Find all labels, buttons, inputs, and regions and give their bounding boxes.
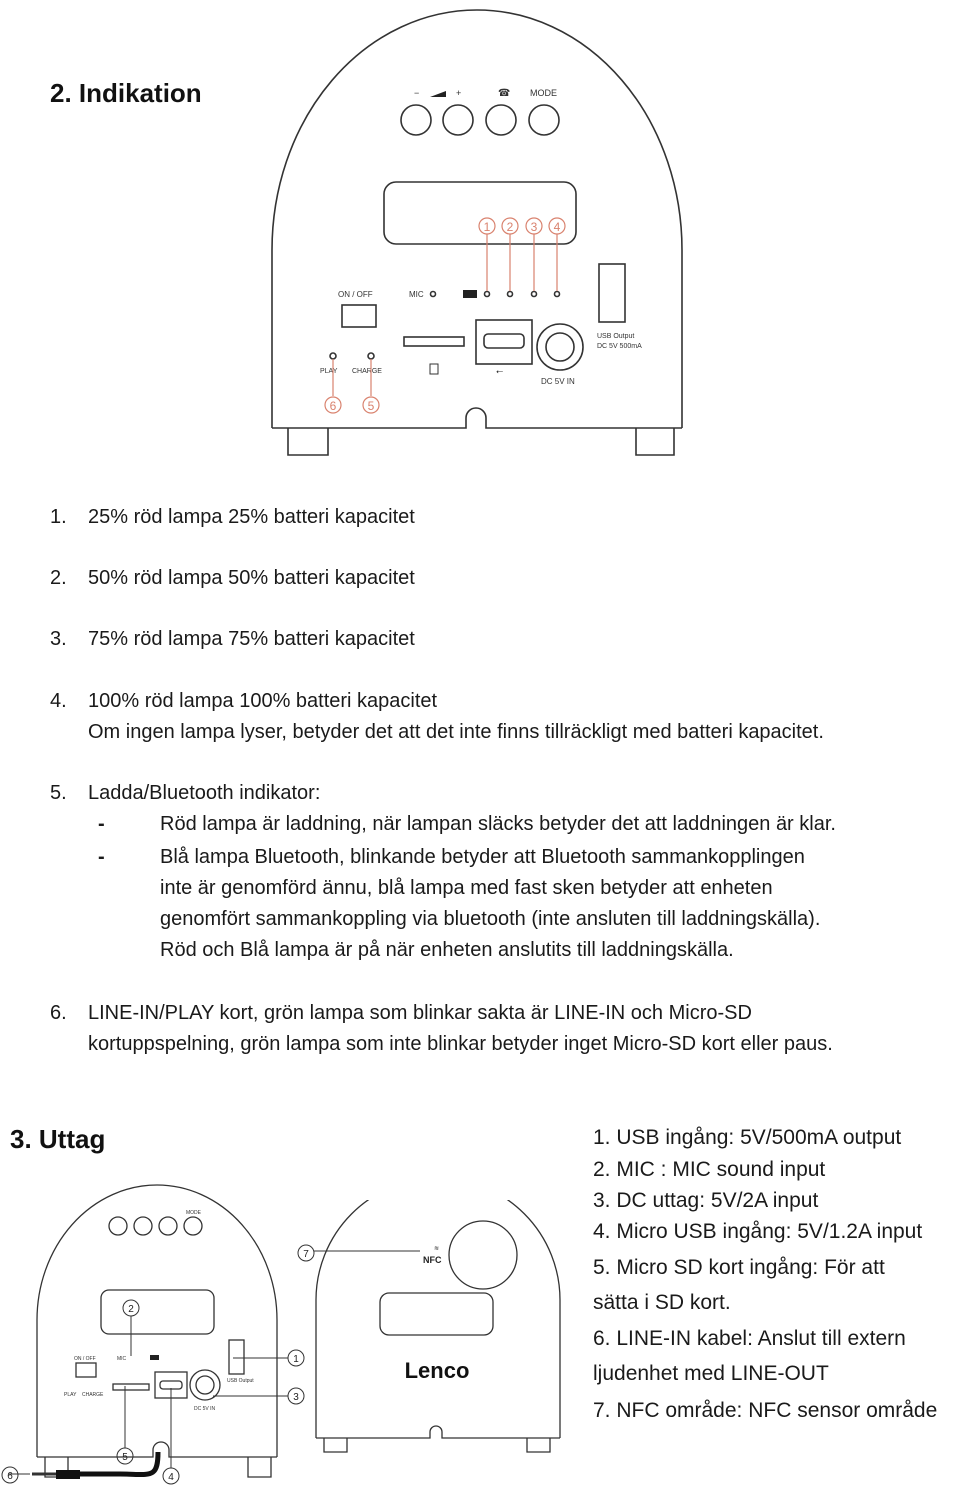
on-off-label: ON / OFF xyxy=(74,1356,96,1362)
led-4 xyxy=(553,290,561,298)
list-item: 5. Ladda/Bluetooth indikator: xyxy=(50,782,321,804)
spec-item: 5. Micro SD kort ingång: För att xyxy=(593,1256,885,1279)
display-window xyxy=(383,181,577,245)
charge-label: CHARGE xyxy=(352,368,382,375)
callout-2-label: 2 xyxy=(507,220,514,234)
led-1 xyxy=(483,290,491,298)
phone-button xyxy=(485,104,517,136)
led-2 xyxy=(506,290,514,298)
phone-icon: ☎ xyxy=(498,88,510,99)
callout-4-label: 4 xyxy=(554,220,561,234)
section-title-uttag: 3. Uttag xyxy=(10,1124,106,1154)
device-back-diagram: − + ☎ MODE ON / OFF MIC PLAY CHARGE USB … xyxy=(271,9,683,456)
led-3 xyxy=(530,290,538,298)
usb-output-label: USB Output xyxy=(597,333,634,340)
callout-1-label: 1 xyxy=(484,220,491,234)
bullet-item: - Röd lampa är laddning, när lampan släck… xyxy=(98,813,836,835)
mode-label: MODE xyxy=(186,1210,202,1216)
callout-7-label: 7 xyxy=(303,1249,309,1260)
device-foot-left xyxy=(287,428,329,456)
volume-up-button xyxy=(442,104,474,136)
spec-item: 6. LINE-IN kabel: Anslut till extern xyxy=(593,1327,906,1350)
callout-5-label: 5 xyxy=(368,399,375,413)
nfc-wave-icon: ≋ xyxy=(434,1246,439,1252)
led-play xyxy=(329,352,337,360)
nfc-label: NFC xyxy=(423,1255,442,1265)
bullet-item: - Blå lampa Bluetooth, blinkande betyder … xyxy=(98,846,821,961)
usb-output-port xyxy=(598,263,626,323)
device-foot-right xyxy=(635,428,675,456)
list-item: 4. 100% röd lampa 100% batteri kapacitet … xyxy=(50,690,824,743)
line-in-cable xyxy=(80,1451,161,1478)
list-item: 6. LINE-IN/PLAY kort, grön lampa som blin… xyxy=(50,1002,833,1055)
device-front-diagram: 7 ≋ NFC Lenco xyxy=(297,1200,561,1453)
spec-item: sätta i SD kort. xyxy=(593,1291,731,1314)
front-display xyxy=(379,1292,494,1336)
callout-6-label: 6 xyxy=(7,1471,13,1482)
list-item: 3. 75% röd lampa 75% batteri kapacitet xyxy=(50,628,415,650)
spec-item: 1. USB ingång: 5V/500mA output xyxy=(593,1126,902,1149)
spec-item: 2. MIC : MIC sound input xyxy=(593,1158,826,1181)
callout-lines xyxy=(324,217,566,414)
section-title-indikation: 2. Indikation xyxy=(50,78,202,108)
microsd-slot xyxy=(403,336,465,347)
mic-label: MIC xyxy=(117,1356,127,1362)
dc-in-label: DC 5V IN xyxy=(194,1406,216,1412)
device-back-connections-diagram: 1 2 3 4 5 6 ON / OFF MIC PLAY CHARGE USB… xyxy=(1,1184,305,1485)
usb-symbol-icon: ⭠ xyxy=(496,366,503,376)
minus-label: − xyxy=(414,88,419,98)
callout-6-label: 6 xyxy=(330,399,337,413)
volume-down-button xyxy=(400,104,432,136)
list-item: 2. 50% röd lampa 50% batteri kapacitet xyxy=(50,567,415,589)
charge-label: CHARGE xyxy=(82,1392,104,1398)
usb-output-spec: DC 5V 500mA xyxy=(597,343,642,350)
brand-logo: Lenco xyxy=(405,1358,470,1383)
mode-button xyxy=(528,104,560,136)
usb-output-label: USB Output xyxy=(227,1378,254,1384)
callout-5-label: 5 xyxy=(122,1452,128,1463)
mode-label: MODE xyxy=(530,88,557,98)
dc-jack xyxy=(536,323,584,371)
speaker-circle xyxy=(448,1220,518,1290)
callout-4-label: 4 xyxy=(168,1472,174,1483)
mic-hole xyxy=(429,290,437,298)
dc-in-label: DC 5V IN xyxy=(541,377,575,386)
play-label: PLAY xyxy=(320,368,338,375)
spec-item: 3. DC uttag: 5V/2A input xyxy=(593,1189,819,1212)
spec-item: 7. NFC område: NFC sensor område xyxy=(593,1399,938,1422)
spec-item: 4. Micro USB ingång: 5V/1.2A input xyxy=(593,1220,923,1243)
plus-label: + xyxy=(456,88,461,98)
led-charge xyxy=(367,352,375,360)
callout-2-label: 2 xyxy=(128,1304,134,1315)
callout-3-label: 3 xyxy=(531,220,538,234)
power-switch xyxy=(341,304,377,328)
play-label: PLAY xyxy=(64,1392,77,1398)
spec-item: ljudenhet med LINE-OUT xyxy=(593,1362,829,1385)
mic-label: MIC xyxy=(409,290,424,299)
battery-icon xyxy=(463,290,477,298)
list-item: 1. 25% röd lampa 25% batteri kapacitet xyxy=(50,506,415,528)
on-off-label: ON / OFF xyxy=(338,290,373,299)
volume-icon xyxy=(430,91,446,97)
